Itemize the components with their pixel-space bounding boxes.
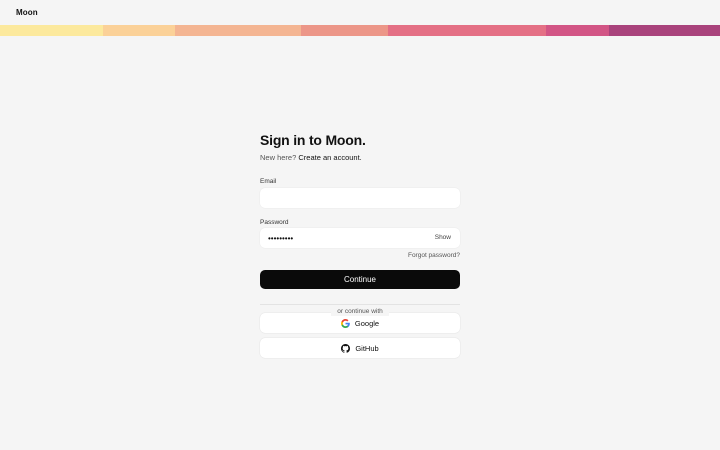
brand-logo[interactable]: Moon <box>16 8 38 17</box>
sign-in-page: Moon Sign in to Moon. New here? Create a… <box>0 0 720 450</box>
signup-prompt-text: New here? <box>260 153 297 162</box>
continue-button[interactable]: Continue <box>260 270 460 289</box>
email-label: Email <box>260 178 277 185</box>
sign-in-form: Sign in to Moon. New here? Create an acc… <box>260 131 460 358</box>
password-label: Password <box>260 219 289 226</box>
stripe-segment-7 <box>609 25 720 36</box>
divider-text: or continue with <box>331 308 389 316</box>
stripe-segment-2 <box>103 25 175 36</box>
stripe-segment-5 <box>388 25 546 36</box>
page-title: Sign in to Moon. <box>260 132 366 148</box>
github-icon <box>341 343 351 353</box>
github-signin-button[interactable]: GitHub <box>260 338 460 358</box>
divider-line <box>260 304 460 305</box>
password-field-wrapper: Show <box>260 228 460 248</box>
stripe-segment-1 <box>0 25 103 36</box>
stripe-segment-3 <box>175 25 301 36</box>
password-field[interactable] <box>260 228 460 248</box>
google-signin-button[interactable]: Google <box>260 313 460 333</box>
show-password-toggle[interactable]: Show <box>435 234 451 241</box>
google-signin-label: Google <box>354 318 380 328</box>
email-field-wrapper <box>260 188 460 208</box>
or-divider: or continue with <box>260 300 460 316</box>
forgot-password-link[interactable]: Forgot password? <box>260 252 460 260</box>
create-account-link[interactable]: Create an account. <box>298 153 361 162</box>
github-signin-label: GitHub <box>355 343 379 353</box>
stripe-segment-4 <box>301 25 388 36</box>
google-icon <box>340 318 350 328</box>
signup-prompt: New here? Create an account. <box>260 153 460 163</box>
email-field[interactable] <box>260 188 460 208</box>
color-stripe <box>0 25 720 36</box>
stripe-segment-6 <box>546 25 609 36</box>
